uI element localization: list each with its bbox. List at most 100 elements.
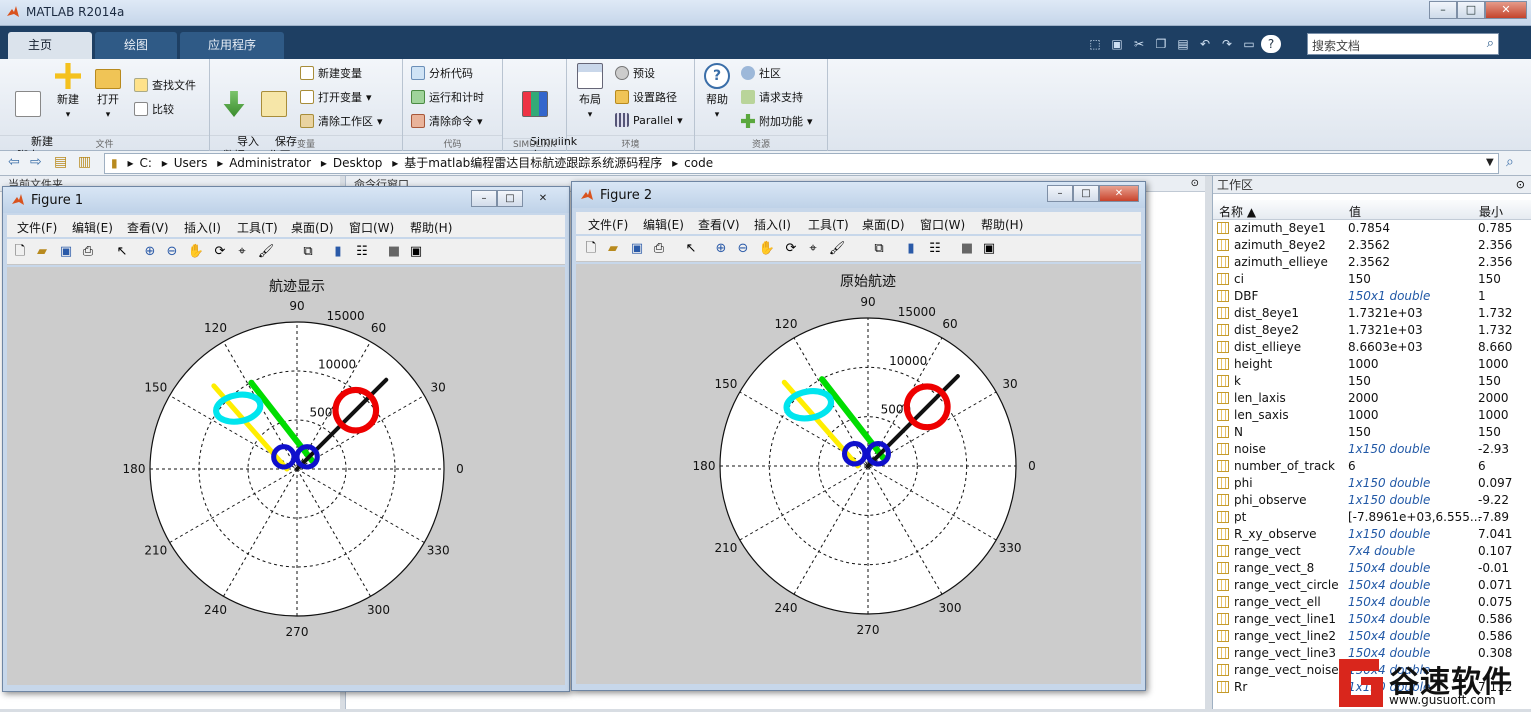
addons-button[interactable]: 附加功能 ▾ [741, 113, 813, 129]
menu-help[interactable]: 帮助(H) [410, 219, 452, 236]
menu-desktop[interactable]: 桌面(D) [291, 219, 334, 236]
search-icon[interactable]: ⌕ [1487, 36, 1494, 51]
workspace-row[interactable]: height 1000 1000 [1213, 356, 1531, 373]
data-cursor-icon[interactable]: ⌖ [233, 243, 251, 261]
column-header-min[interactable]: 最小 [1479, 203, 1503, 220]
run-and-time-button[interactable]: 运行和计时 [411, 89, 484, 105]
brush-icon[interactable]: 🖌 [828, 240, 846, 258]
menu-window[interactable]: 窗口(W) [349, 219, 394, 236]
rotate-3d-icon[interactable]: ⟳ [782, 240, 800, 258]
workspace-row[interactable]: azimuth_8eye1 0.7854 0.785 [1213, 220, 1531, 237]
set-path-button[interactable]: 设置路径 [615, 89, 677, 105]
open-button[interactable]: 打开 ▾ [92, 63, 124, 122]
figure-2-window[interactable]: Figure 2 – □ ✕ 文件(F) 编辑(E) 查看(V) 插入(I) 工… [571, 181, 1146, 691]
maximize-button[interactable]: □ [1073, 185, 1099, 202]
help-button[interactable]: ? 帮助 ▾ [701, 63, 733, 122]
pan-hand-icon[interactable]: ✋ [758, 240, 776, 258]
menu-tools[interactable]: 工具(T) [237, 219, 278, 236]
close-button[interactable]: ✕ [1485, 1, 1527, 19]
menu-help[interactable]: 帮助(H) [981, 216, 1023, 233]
request-support-button[interactable]: 请求支持 [741, 89, 803, 105]
workspace-row[interactable]: N 150 150 [1213, 424, 1531, 441]
workspace-row[interactable]: azimuth_8eye2 2.3562 2.356 [1213, 237, 1531, 254]
forward-arrow-icon[interactable]: ⇨ [30, 154, 42, 170]
data-cursor-icon[interactable]: ⌖ [804, 240, 822, 258]
legend-icon[interactable]: ☷ [926, 240, 944, 258]
workspace-row[interactable]: dist_8eye1 1.7321e+03 1.732 [1213, 305, 1531, 322]
parallel-button[interactable]: Parallel ▾ [615, 113, 683, 127]
select-arrow-icon[interactable]: ↖ [682, 240, 700, 258]
select-arrow-icon[interactable]: ↖ [113, 243, 131, 261]
switch-windows-icon[interactable]: ▭ [1239, 35, 1259, 53]
analyze-code-button[interactable]: 分析代码 [411, 65, 473, 81]
menu-view[interactable]: 查看(V) [127, 219, 169, 236]
path-segment[interactable]: Administrator [229, 156, 311, 170]
figure-1-window[interactable]: Figure 1 – □ ✕ 文件(F) 编辑(E) 查看(V) 插入(I) 工… [2, 186, 570, 692]
hide-plot-tools-icon[interactable]: ■ [385, 243, 403, 261]
path-dropdown-icon[interactable]: ▼ [1486, 157, 1494, 168]
path-segment[interactable]: Users [174, 156, 208, 170]
figure-1-plot-area[interactable]: 航迹显示 0 30 60 90 120 150 180 210 240 270 300 330 500 10… [7, 267, 565, 685]
workspace-row[interactable]: noise 1x150 double -2.93 [1213, 441, 1531, 458]
workspace-row[interactable]: range_vect_line2 150x4 double 0.586 [1213, 628, 1531, 645]
print-icon[interactable]: ⎙ [79, 243, 97, 261]
undo-icon[interactable]: ↶ [1195, 35, 1215, 53]
zoom-in-icon[interactable]: ⊕ [141, 243, 159, 261]
colorbar-icon[interactable]: ▮ [902, 240, 920, 258]
save-icon[interactable]: ▣ [1107, 35, 1127, 53]
menu-window[interactable]: 窗口(W) [920, 216, 965, 233]
new-figure-icon[interactable]: 🗋 [582, 240, 600, 258]
up-folder-icon[interactable]: ▤ [54, 154, 67, 170]
preferences-button[interactable]: 预设 [615, 65, 655, 81]
open-file-icon[interactable]: ▰ [604, 240, 622, 258]
workspace-row[interactable]: pt [-7.8961e+03,6.555... -7.89 [1213, 509, 1531, 526]
brush-icon[interactable]: 🖌 [257, 243, 275, 261]
maximize-button[interactable]: □ [497, 190, 523, 207]
workspace-row[interactable]: k 150 150 [1213, 373, 1531, 390]
shortcut-icon[interactable]: ⬚ [1085, 35, 1105, 53]
zoom-in-icon[interactable]: ⊕ [712, 240, 730, 258]
workspace-row[interactable]: number_of_track 6 6 [1213, 458, 1531, 475]
minimize-button[interactable]: – [1429, 1, 1457, 19]
workspace-menu-icon[interactable]: ⊙ [1516, 178, 1525, 191]
open-file-icon[interactable]: ▰ [33, 243, 51, 261]
workspace-row[interactable]: dist_ellieye 8.6603e+03 8.660 [1213, 339, 1531, 356]
path-segment[interactable]: Desktop [333, 156, 383, 170]
path-segment[interactable]: code [684, 156, 713, 170]
panel-menu-icon[interactable]: ⊙ [1191, 178, 1199, 189]
clear-workspace-button[interactable]: 清除工作区 ▾ [300, 113, 383, 129]
cut-icon[interactable]: ✂ [1129, 35, 1149, 53]
workspace-row[interactable]: R_xy_observe 1x150 double 7.041 [1213, 526, 1531, 543]
close-button[interactable]: ✕ [1099, 185, 1139, 202]
colorbar-icon[interactable]: ▮ [329, 243, 347, 261]
show-plot-tools-icon[interactable]: ▣ [407, 243, 425, 261]
workspace-row[interactable]: DBF 150x1 double 1 [1213, 288, 1531, 305]
open-variable-button[interactable]: 打开变量 ▾ [300, 89, 372, 105]
layout-button[interactable]: 布局 ▾ [573, 63, 607, 122]
workspace-row[interactable]: azimuth_ellieye 2.3562 2.356 [1213, 254, 1531, 271]
minimize-button[interactable]: – [471, 190, 497, 207]
workspace-row[interactable]: range_vect_ell 150x4 double 0.075 [1213, 594, 1531, 611]
workspace-row[interactable]: len_saxis 1000 1000 [1213, 407, 1531, 424]
zoom-out-icon[interactable]: ⊖ [734, 240, 752, 258]
workspace-row[interactable]: range_vect_circle 150x4 double 0.071 [1213, 577, 1531, 594]
menu-insert[interactable]: 插入(I) [184, 219, 221, 236]
workspace-row[interactable]: range_vect_line1 150x4 double 0.586 [1213, 611, 1531, 628]
current-folder-path[interactable]: ▮ ▸ C: ▸ Users ▸ Administrator ▸ Desktop ▸ 基于… [104, 153, 1499, 174]
clear-commands-button[interactable]: 清除命令 ▾ [411, 113, 483, 129]
community-button[interactable]: 社区 [741, 65, 781, 81]
workspace-row[interactable]: phi_observe 1x150 double -9.22 [1213, 492, 1531, 509]
legend-icon[interactable]: ☷ [353, 243, 371, 261]
menu-insert[interactable]: 插入(I) [754, 216, 791, 233]
rotate-3d-icon[interactable]: ⟳ [211, 243, 229, 261]
tab-plots[interactable]: 绘图 [95, 32, 177, 59]
menu-file[interactable]: 文件(F) [588, 216, 628, 233]
paste-icon[interactable]: ▤ [1173, 35, 1193, 53]
print-icon[interactable]: ⎙ [650, 240, 668, 258]
tab-home[interactable]: 主页 [8, 32, 92, 59]
workspace-row[interactable]: ci 150 150 [1213, 271, 1531, 288]
save-icon[interactable]: ▣ [57, 243, 75, 261]
link-plot-icon[interactable]: ⧉ [299, 243, 317, 261]
new-button[interactable]: 新建 ▾ [52, 63, 84, 122]
menu-desktop[interactable]: 桌面(D) [862, 216, 905, 233]
